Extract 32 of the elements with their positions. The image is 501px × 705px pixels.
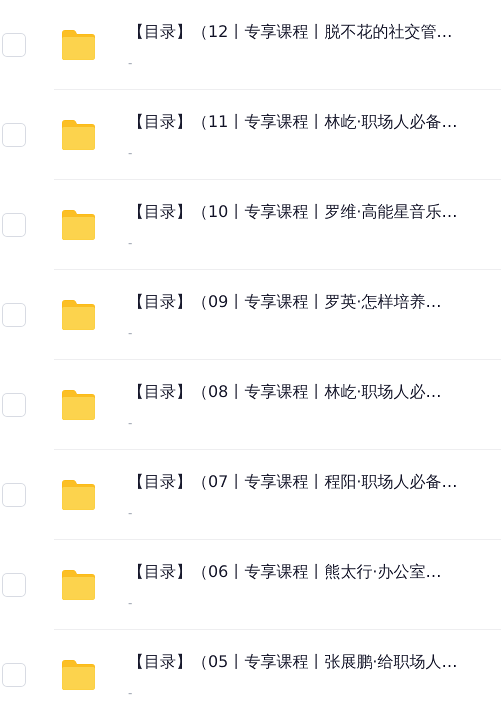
folder-detail: - bbox=[128, 146, 132, 160]
folder-detail: - bbox=[128, 506, 132, 520]
folder-icon bbox=[60, 659, 96, 691]
checkbox[interactable] bbox=[2, 303, 26, 327]
folder-detail: - bbox=[128, 686, 132, 700]
folder-detail: - bbox=[128, 326, 132, 340]
checkbox[interactable] bbox=[2, 393, 26, 417]
folder-name[interactable]: 【目录】（06丨专享课程丨熊太行·办公室… bbox=[128, 562, 442, 582]
folder-name[interactable]: 【目录】（12丨专享课程丨脱不花的社交管… bbox=[128, 22, 452, 42]
folder-icon bbox=[60, 298, 96, 330]
folder-icon bbox=[60, 478, 96, 510]
folder-name[interactable]: 【目录】（08丨专享课程丨林屹·职场人必… bbox=[128, 382, 442, 402]
checkbox[interactable] bbox=[2, 663, 26, 687]
checkbox[interactable] bbox=[2, 483, 26, 507]
folder-name[interactable]: 【目录】（11丨专享课程丨林屹·职场人必备… bbox=[128, 112, 458, 132]
folder-name[interactable]: 【目录】（09丨专享课程丨罗英·怎样培养… bbox=[128, 292, 442, 312]
folder-detail: - bbox=[128, 236, 132, 250]
folder-icon bbox=[60, 388, 96, 420]
checkbox[interactable] bbox=[2, 123, 26, 147]
folder-detail: - bbox=[128, 416, 132, 430]
checkbox[interactable] bbox=[2, 213, 26, 237]
folder-name[interactable]: 【目录】（10丨专享课程丨罗维·高能星音乐… bbox=[128, 202, 458, 222]
folder-icon bbox=[60, 208, 96, 240]
folder-icon bbox=[60, 28, 96, 60]
folder-detail: - bbox=[128, 596, 132, 610]
folder-name[interactable]: 【目录】（05丨专享课程丨张展鹏·给职场人… bbox=[128, 652, 458, 672]
folder-name[interactable]: 【目录】（07丨专享课程丨程阳·职场人必备… bbox=[128, 472, 458, 492]
checkbox[interactable] bbox=[2, 573, 26, 597]
checkbox[interactable] bbox=[2, 33, 26, 57]
folder-detail: - bbox=[128, 56, 132, 70]
folder-icon bbox=[60, 118, 96, 150]
folder-icon bbox=[60, 568, 96, 600]
